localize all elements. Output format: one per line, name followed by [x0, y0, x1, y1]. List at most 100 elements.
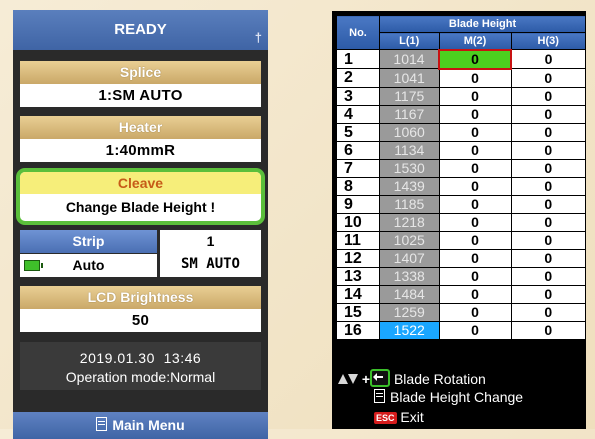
table-row[interactable]: 9 1185 0 0 [336, 194, 586, 214]
cell-h[interactable]: 0 [510, 49, 586, 69]
table-row[interactable]: 13 1338 0 0 [336, 266, 586, 286]
cell-l[interactable]: 1167 [379, 104, 440, 124]
cell-m[interactable]: 0 [438, 302, 512, 322]
lcd-brightness-card[interactable]: LCD Brightness 50 [20, 286, 261, 332]
main-menu-button[interactable]: Main Menu [13, 412, 268, 439]
cell-h[interactable]: 0 [510, 86, 586, 106]
cell-h[interactable]: 0 [510, 302, 586, 322]
cell-m[interactable]: 0 [438, 86, 512, 106]
table-row[interactable]: 12 1407 0 0 [336, 248, 586, 268]
cell-l[interactable]: 1484 [379, 284, 440, 304]
row-number: 12 [336, 248, 380, 268]
lcd-brightness-value: 50 [20, 309, 261, 332]
col-m-header: M(2) [438, 32, 512, 50]
bluetooth-icon: † [254, 30, 262, 45]
cleave-card[interactable]: Cleave Change Blade Height ! [16, 168, 265, 225]
splice-label: Splice [20, 61, 261, 84]
cell-l[interactable]: 1014 [379, 49, 440, 69]
blade-height-table: No. Blade Height L(1) M(2) H(3) 1 1014 0 0 2… [336, 15, 586, 340]
cell-h[interactable]: 0 [510, 284, 586, 304]
cell-m[interactable]: 0 [438, 212, 512, 232]
cell-l[interactable]: 1530 [379, 158, 440, 178]
table-row[interactable]: 7 1530 0 0 [336, 158, 586, 178]
main-screen: READY † Splice 1:SM AUTO Heater 1:40mmR … [13, 10, 268, 439]
table-row[interactable]: 2 1041 0 0 [336, 68, 586, 88]
down-arrow-icon [348, 374, 358, 384]
heater-card[interactable]: Heater 1:40mmR [20, 116, 261, 162]
cell-m[interactable]: 0 [438, 48, 512, 70]
table-row[interactable]: 4 1167 0 0 [336, 104, 586, 124]
blade-height-screen: No. Blade Height L(1) M(2) H(3) 1 1014 0 0 2… [332, 11, 586, 429]
table-row[interactable]: 11 1025 0 0 [336, 230, 586, 250]
row-number: 3 [336, 86, 380, 106]
row-number: 6 [336, 140, 380, 160]
cell-m[interactable]: 0 [438, 122, 512, 142]
cell-h[interactable]: 0 [510, 140, 586, 160]
heater-value: 1:40mmR [20, 139, 261, 162]
cell-h[interactable]: 0 [510, 104, 586, 124]
cell-m[interactable]: 0 [438, 194, 512, 214]
cell-h[interactable]: 0 [510, 230, 586, 250]
cell-l[interactable]: 1175 [379, 86, 440, 106]
table-row[interactable]: 6 1134 0 0 [336, 140, 586, 160]
cell-l[interactable]: 1439 [379, 176, 440, 196]
table-row[interactable]: 8 1439 0 0 [336, 176, 586, 196]
col-l-header: L(1) [379, 32, 440, 50]
row-number: 7 [336, 158, 380, 178]
cell-h[interactable]: 0 [510, 176, 586, 196]
table-row[interactable]: 15 1259 0 0 [336, 302, 586, 322]
table-row[interactable]: 3 1175 0 0 [336, 86, 586, 106]
cell-l[interactable]: 1407 [379, 248, 440, 268]
col-h-header: H(3) [510, 32, 586, 50]
cell-h[interactable]: 0 [510, 194, 586, 214]
cell-h[interactable]: 0 [510, 266, 586, 286]
row-number: 13 [336, 266, 380, 286]
cell-l[interactable]: 1025 [379, 230, 440, 250]
blade-rotation-label: Blade Rotation [393, 371, 486, 387]
battery-icon [24, 260, 43, 271]
rotation-hint: + Blade Rotation [338, 369, 486, 387]
table-row[interactable]: 14 1484 0 0 [336, 284, 586, 304]
cleave-label: Cleave [20, 172, 261, 194]
cell-h[interactable]: 0 [510, 320, 586, 340]
cell-m[interactable]: 0 [438, 158, 512, 178]
cell-l[interactable]: 1522 [379, 320, 440, 340]
cell-l[interactable]: 1041 [379, 68, 440, 88]
cell-m[interactable]: 0 [438, 320, 512, 340]
cell-l[interactable]: 1259 [379, 302, 440, 322]
cell-h[interactable]: 0 [510, 68, 586, 88]
cell-m[interactable]: 0 [438, 176, 512, 196]
row-number: 5 [336, 122, 380, 142]
table-row[interactable]: 1 1014 0 0 [336, 48, 586, 70]
datetime: 2019.01.30 13:46 [79, 350, 202, 366]
table-row[interactable]: 10 1218 0 0 [336, 212, 586, 232]
cell-m[interactable]: 0 [438, 266, 512, 286]
cell-m[interactable]: 0 [438, 140, 512, 160]
row-number: 8 [336, 176, 380, 196]
cell-m[interactable]: 0 [438, 104, 512, 124]
cell-l[interactable]: 1134 [379, 140, 440, 160]
cell-m[interactable]: 0 [438, 68, 512, 88]
main-menu-label: Main Menu [112, 417, 185, 433]
table-row[interactable]: 16 1522 0 0 [336, 320, 586, 340]
cell-l[interactable]: 1338 [379, 266, 440, 286]
cell-h[interactable]: 0 [510, 248, 586, 268]
cell-l[interactable]: 1218 [379, 212, 440, 232]
row-number: 14 [336, 284, 380, 304]
row-number: 10 [336, 212, 380, 232]
cell-h[interactable]: 0 [510, 122, 586, 142]
splice-card[interactable]: Splice 1:SM AUTO [20, 61, 261, 107]
height-change-hint: Blade Height Change [374, 389, 523, 405]
operation-mode: Operation mode:Normal [65, 369, 216, 385]
cell-l[interactable]: 1185 [379, 194, 440, 214]
cell-l[interactable]: 1060 [379, 122, 440, 142]
cell-m[interactable]: 0 [438, 230, 512, 250]
cell-m[interactable]: 0 [438, 284, 512, 304]
cell-h[interactable]: 0 [510, 158, 586, 178]
strip-value-box: Auto [20, 254, 157, 277]
up-arrow-icon [338, 374, 348, 384]
cell-h[interactable]: 0 [510, 212, 586, 232]
cell-m[interactable]: 0 [438, 248, 512, 268]
table-row[interactable]: 5 1060 0 0 [336, 122, 586, 142]
strip-card[interactable]: Strip Auto 1 SM AUTO [20, 230, 261, 278]
